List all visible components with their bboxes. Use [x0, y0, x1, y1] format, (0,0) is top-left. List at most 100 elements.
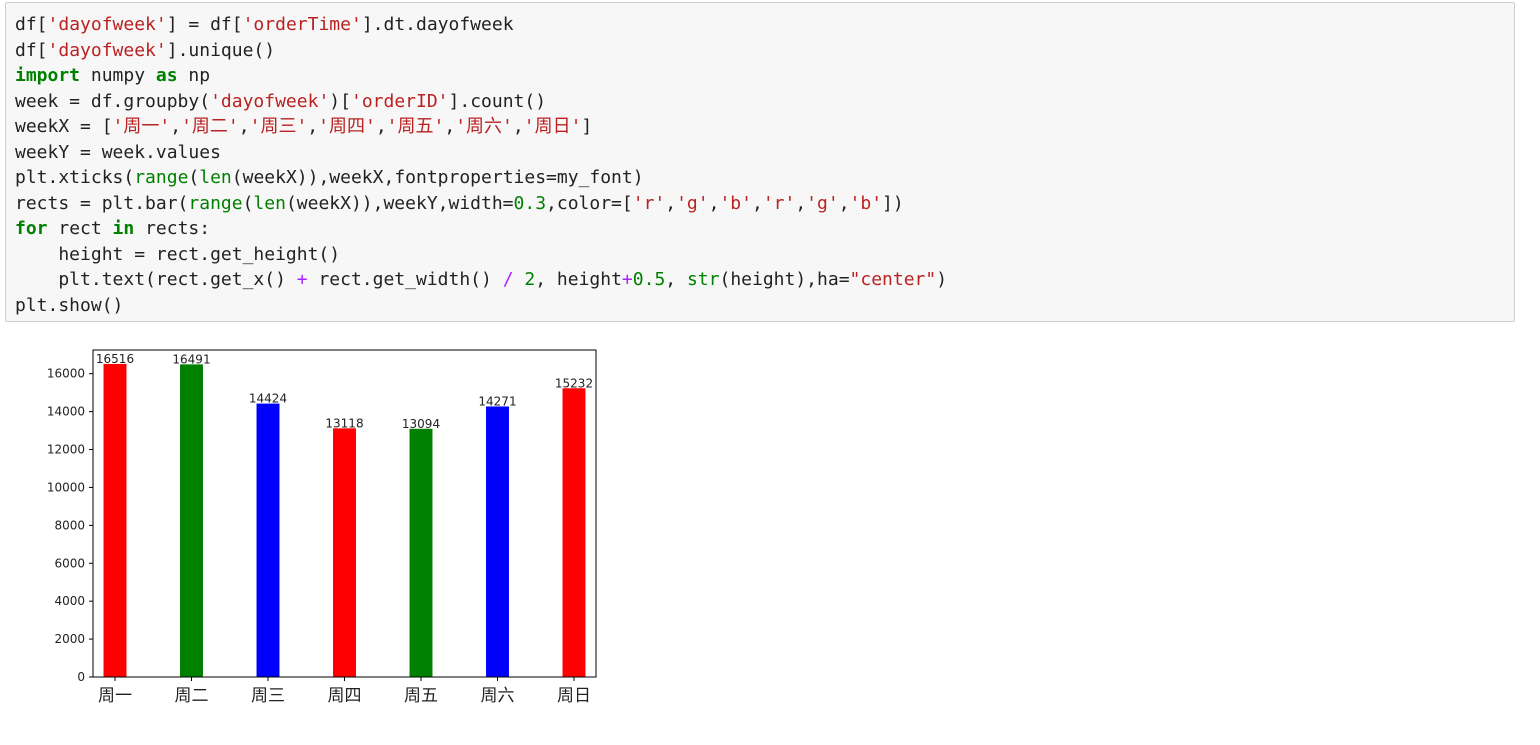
code-cell[interactable]: df[ 'dayofweek' ] = df['orderTime'].dt.day…: [5, 2, 1515, 322]
code-token: ,: [170, 116, 182, 137]
code-token: /: [502, 269, 514, 290]
code-token: 'b': [849, 192, 883, 214]
y-tick-label: 14000: [47, 405, 85, 419]
y-tick-label: 2000: [54, 632, 85, 646]
y-tick-label: 8000: [54, 518, 85, 532]
code-token: ,: [665, 269, 687, 290]
code-line: weekX = ['周一','周二','周三','周四','周五','周六','…: [15, 114, 947, 140]
code-token: ,: [795, 192, 807, 214]
bar-value-label: 14424: [249, 392, 287, 406]
code-token: rect.get_width(): [307, 269, 503, 290]
code-token: as: [155, 65, 178, 86]
code-token: df[: [15, 14, 48, 35]
bar-value-label: 14271: [478, 394, 516, 408]
y-tick-label: 12000: [47, 443, 85, 457]
bar-value-label: 16516: [96, 352, 134, 366]
code-token: (: [188, 167, 200, 188]
bar-value-label: 16491: [172, 352, 210, 366]
code-token: 'orderID': [350, 90, 449, 112]
code-token: plt.text(rect.get_x(): [15, 269, 297, 290]
code-token: np: [177, 65, 211, 86]
code-token: ,: [307, 116, 319, 137]
code-token: (weekX)),weekY,width=: [285, 192, 514, 214]
code-token: +: [621, 269, 633, 290]
code-line: plt.xticks(range(len(weekX)),weekX,fontp…: [15, 165, 947, 191]
x-tick-label: 周日: [557, 686, 591, 706]
code-token: 'g': [806, 192, 839, 214]
y-tick-label: 10000: [47, 480, 85, 494]
code-token: '周一': [112, 116, 171, 137]
code-token: '周六': [455, 116, 513, 137]
code-token: plt.xticks(: [15, 167, 135, 188]
code-token: range: [188, 192, 243, 214]
code-token: len: [199, 167, 232, 188]
code-token: '周三': [249, 116, 308, 137]
x-tick-label: 周三: [251, 686, 285, 706]
code-token: 0.5: [632, 269, 666, 290]
code-token: ].dt.dayofweek: [361, 14, 514, 35]
bar-value-label: 13094: [402, 417, 440, 431]
code-token: ,: [708, 192, 720, 214]
code-token: ): [936, 269, 948, 290]
code-line: import numpy as np: [15, 63, 947, 89]
code-token: ]: [581, 116, 593, 137]
bar: [256, 403, 280, 677]
y-tick-label: 4000: [54, 594, 85, 608]
x-tick-label: 周二: [175, 686, 209, 706]
code-token: height = rect.get_height(): [15, 243, 341, 265]
code-line: plt.show(): [15, 293, 947, 319]
code-token: 0.3: [513, 192, 547, 214]
y-tick-label: 16000: [47, 367, 85, 381]
code-token: ,: [665, 192, 677, 214]
code-token: +: [296, 269, 308, 290]
code-token: ,: [444, 116, 456, 137]
code-line: week = df.groupby('dayofweek')['orderID'…: [15, 89, 947, 115]
code-token: '周四': [318, 116, 376, 137]
code-token: ,: [375, 116, 387, 137]
code-token: len: [253, 192, 286, 214]
code-token: (height),ha=: [719, 269, 850, 290]
y-tick-label: 0: [77, 670, 85, 684]
code-token: 'b': [719, 192, 752, 214]
code-token: str: [686, 269, 720, 290]
code-token: '周日': [523, 116, 582, 137]
code-token: ,color=[: [546, 192, 633, 214]
code-token: 2: [524, 269, 536, 290]
code-token: in: [112, 218, 135, 239]
code-token: rects:: [134, 218, 211, 239]
code-token: "center": [849, 269, 937, 290]
code-token: 'dayofweek': [47, 39, 167, 61]
code-token: ].count(): [448, 90, 547, 112]
code-token: range: [134, 167, 189, 188]
x-tick-label: 周五: [404, 686, 438, 706]
code-token: rects = plt.bar(: [15, 192, 189, 214]
code-line: rects = plt.bar(range(len(weekX)),weekY,…: [15, 191, 947, 217]
code-token: , height: [535, 269, 622, 290]
code-token: ,: [838, 192, 850, 214]
bar: [409, 428, 433, 677]
code-token: 'g': [676, 192, 709, 214]
code-token: rect: [47, 218, 113, 239]
code-token: weekX = [: [15, 116, 113, 137]
code-token: 'orderTime': [242, 14, 362, 35]
code-token: '周五': [386, 116, 445, 137]
code-token: ,: [751, 192, 763, 214]
bar: [562, 388, 586, 677]
x-tick-label: 周四: [328, 686, 362, 706]
code-token: for: [15, 218, 48, 239]
code-token: '周二': [181, 116, 239, 137]
code-token: weekY = week.values: [15, 141, 221, 163]
code-token: plt.show(): [15, 294, 124, 316]
code-token: ,: [238, 116, 250, 137]
x-tick-label: 周一: [98, 686, 132, 706]
code-token: 'r': [632, 192, 666, 214]
code-line: plt.text(rect.get_x() + rect.get_width()…: [15, 267, 947, 293]
output-area: 16516 16491 14424 13118 13094 14271 15232 0 2000…: [0, 330, 660, 740]
code-line: for rect in rects:: [15, 216, 947, 242]
code-editor[interactable]: df[ 'dayofweek' ] = df['orderTime'].dt.day…: [15, 12, 947, 318]
x-tick-label: 周六: [481, 686, 515, 706]
code-line: height = rect.get_height(): [15, 242, 947, 268]
code-token: ]): [882, 192, 904, 214]
code-token: ] = df[: [166, 14, 243, 35]
y-tick-label: 6000: [54, 556, 85, 570]
